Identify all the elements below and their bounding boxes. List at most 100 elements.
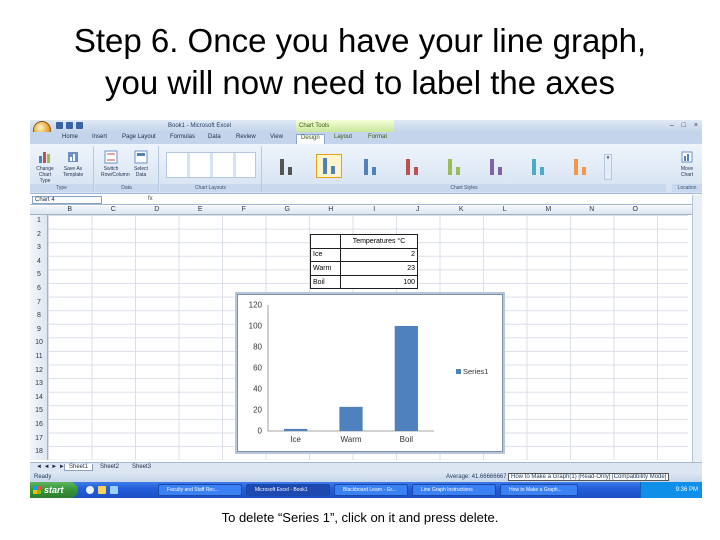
chart-style-2[interactable] (316, 154, 342, 178)
row-header[interactable]: 18 (30, 448, 48, 455)
undo-icon[interactable] (66, 122, 73, 129)
row-header[interactable]: 17 (30, 435, 48, 442)
row-header[interactable]: 2 (30, 231, 48, 238)
tab-review[interactable]: Review (236, 134, 256, 140)
chart-style-1[interactable] (274, 154, 300, 178)
column-header[interactable]: B (48, 206, 92, 213)
table-cell[interactable] (310, 234, 341, 249)
row-header[interactable]: 13 (30, 380, 48, 387)
taskbar-item[interactable]: How to Make a Graph... (500, 484, 578, 496)
table-cell[interactable]: 100 (340, 274, 418, 290)
row-header[interactable]: 10 (30, 339, 48, 346)
chart-style-4[interactable] (400, 154, 426, 178)
table-cell[interactable]: Warm (310, 261, 341, 276)
select-data-button[interactable]: Select Data (131, 150, 151, 178)
chart-style-5[interactable] (442, 154, 468, 178)
change-chart-type-button[interactable]: Change Chart Type (35, 150, 55, 184)
switch-row-column-button[interactable]: Switch Row/Column (101, 150, 130, 178)
ribbon-group-type: Change Chart Type Save As Template Type (30, 146, 94, 192)
column-header[interactable]: G (266, 206, 310, 213)
bar-warm[interactable] (339, 406, 363, 431)
table-cell[interactable]: Boil (310, 274, 341, 290)
windows-taskbar: start Faculty and Staff Rec... Microsoft… (30, 482, 702, 498)
chart-style-7[interactable] (526, 154, 552, 178)
row-header[interactable]: 1 (30, 217, 48, 224)
row-header[interactable]: 4 (30, 258, 48, 265)
chart-layouts-gallery[interactable] (166, 152, 256, 178)
data-table: Temperatures °C Ice 2 Warm 23 Boil 100 (310, 234, 418, 290)
row-header[interactable]: 9 (30, 326, 48, 333)
column-header[interactable]: J (396, 206, 440, 213)
redo-icon[interactable] (76, 122, 83, 129)
tab-view[interactable]: View (270, 134, 283, 140)
group-label-chart-styles: Chart Styles (262, 184, 666, 192)
tab-data[interactable]: Data (208, 134, 221, 140)
chart-object[interactable]: 0 20 40 60 80 100 120 Ice Warm Boil Series1 (237, 294, 503, 452)
x-tick-label: Boil (400, 435, 414, 444)
move-chart-button[interactable]: Move Chart (677, 150, 697, 178)
legend-label-series1[interactable]: Series1 (463, 367, 488, 376)
switch-row-column-label: Switch Row/Column (101, 166, 130, 178)
move-chart-label: Move Chart (680, 166, 694, 178)
column-header[interactable]: C (92, 206, 136, 213)
row-header[interactable]: 3 (30, 244, 48, 251)
browser-icon[interactable] (86, 486, 94, 494)
column-header[interactable]: O (614, 206, 658, 213)
close-icon[interactable]: × (694, 122, 698, 129)
gallery-more-icon[interactable]: ▾ (604, 154, 612, 180)
column-header[interactable]: K (440, 206, 484, 213)
chart-style-8[interactable] (568, 154, 594, 178)
maximize-icon[interactable]: □ (682, 122, 686, 129)
column-header[interactable]: I (353, 206, 397, 213)
column-header[interactable]: F (222, 206, 266, 213)
tab-page-layout[interactable]: Page Layout (122, 134, 156, 140)
fx-icon[interactable]: fx (148, 196, 153, 202)
folder-icon[interactable] (98, 486, 106, 494)
table-header[interactable]: Temperatures °C (340, 234, 418, 249)
row-header[interactable]: 7 (30, 299, 48, 306)
taskbar-item-excel[interactable]: Microsoft Excel - Book1 (246, 484, 330, 496)
column-header[interactable]: N (570, 206, 614, 213)
tab-insert[interactable]: Insert (92, 134, 107, 140)
start-button[interactable]: start (30, 482, 78, 498)
save-as-template-button[interactable]: Save As Template (63, 150, 83, 178)
minimize-icon[interactable]: – (670, 122, 674, 129)
tab-design[interactable]: Design (296, 134, 325, 144)
table-cell[interactable]: 2 (340, 247, 418, 263)
taskbar-item[interactable]: Faculty and Staff Rec... (158, 484, 242, 496)
bar-ice[interactable] (284, 428, 308, 431)
table-cell[interactable]: Ice (310, 247, 341, 263)
tab-layout[interactable]: Layout (334, 134, 352, 140)
sheet-tab-2[interactable]: Sheet2 (96, 464, 123, 470)
chart-style-3[interactable] (358, 154, 384, 178)
tab-home[interactable]: Home (62, 134, 78, 140)
row-header[interactable]: 8 (30, 312, 48, 319)
sheet-tab-3[interactable]: Sheet3 (128, 464, 155, 470)
taskbar-item[interactable]: Line Graph Instructions (412, 484, 496, 496)
bar-chart[interactable]: 0 20 40 60 80 100 120 Ice Warm Boil Series1 (238, 295, 504, 453)
column-header[interactable]: E (179, 206, 223, 213)
row-header[interactable]: 5 (30, 271, 48, 278)
bar-boil[interactable] (394, 326, 418, 431)
column-header[interactable]: M (527, 206, 571, 213)
sheet-tab-1[interactable]: Sheet1 (64, 464, 94, 471)
column-header[interactable]: D (135, 206, 179, 213)
row-header[interactable]: 16 (30, 421, 48, 428)
column-header[interactable]: H (309, 206, 353, 213)
taskbar-item[interactable]: Blackboard Learn - Gr... (334, 484, 408, 496)
save-icon[interactable] (56, 122, 63, 129)
row-header[interactable]: 14 (30, 394, 48, 401)
row-header[interactable]: 6 (30, 285, 48, 292)
tab-formulas[interactable]: Formulas (170, 134, 195, 140)
tab-format[interactable]: Format (368, 134, 387, 140)
table-cell[interactable]: 23 (340, 261, 418, 276)
row-header[interactable]: 12 (30, 367, 48, 374)
legend-swatch[interactable] (456, 369, 461, 374)
row-header[interactable]: 11 (30, 353, 48, 360)
row-header[interactable]: 15 (30, 407, 48, 414)
column-header[interactable]: L (483, 206, 527, 213)
name-box[interactable]: Chart 4 (32, 196, 102, 204)
vertical-scrollbar[interactable] (692, 195, 702, 463)
desktop-icon[interactable] (110, 486, 118, 494)
chart-style-6[interactable] (484, 154, 510, 178)
